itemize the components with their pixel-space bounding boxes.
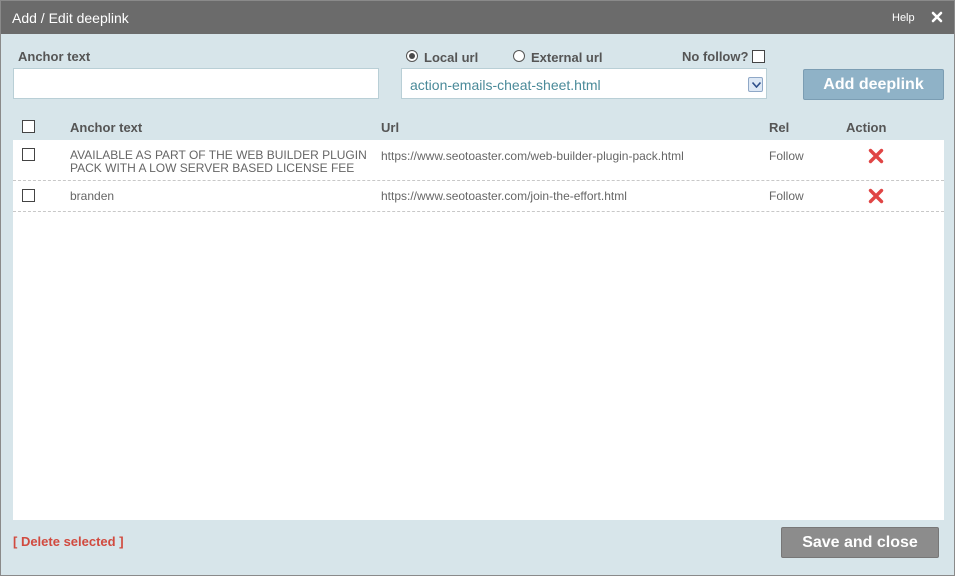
table-row: branden https://www.seotoaster.com/join-… [13,181,944,212]
chevron-down-icon[interactable] [748,77,763,92]
local-url-select[interactable]: action-emails-cheat-sheet.html [401,68,767,99]
deeplinks-table: AVAILABLE AS PART OF THE WEB BUILDER PLU… [13,140,944,520]
deeplink-dialog: Add / Edit deeplink Help Anchor text Loc… [0,0,955,576]
url-select-value: action-emails-cheat-sheet.html [410,77,601,93]
table-header: Anchor text Url Rel Action [13,117,944,141]
delete-icon[interactable] [868,148,884,164]
add-deeplink-button[interactable]: Add deeplink [803,69,944,100]
select-all-checkbox[interactable] [22,120,35,133]
row-url: https://www.seotoaster.com/join-the-effo… [381,189,627,203]
anchor-text-label: Anchor text [18,49,91,64]
local-url-radio[interactable] [406,50,418,62]
row-rel: Follow [769,189,804,203]
external-url-label[interactable]: External url [531,50,603,65]
header-anchor-text: Anchor text [70,120,143,135]
header-rel: Rel [769,120,790,135]
help-link[interactable]: Help [892,12,915,24]
header-action: Action [846,120,887,135]
row-rel: Follow [769,149,804,163]
row-checkbox[interactable] [22,148,35,161]
row-anchor-text-line1: branden [70,189,115,203]
dialog-titlebar: Add / Edit deeplink Help [1,1,954,34]
save-and-close-button[interactable]: Save and close [781,527,939,558]
table-row: AVAILABLE AS PART OF THE WEB BUILDER PLU… [13,140,944,181]
local-url-label[interactable]: Local url [424,50,478,65]
delete-icon[interactable] [868,188,884,204]
row-url: https://www.seotoaster.com/web-builder-p… [381,149,684,163]
external-url-radio[interactable] [513,50,525,62]
row-checkbox[interactable] [22,189,35,202]
row-anchor-text-line2: PACK WITH A LOW SERVER BASED LICENSE FEE [70,161,355,175]
header-url: Url [381,120,400,135]
dialog-title: Add / Edit deeplink [12,10,129,26]
delete-selected-link[interactable]: [ Delete selected ] [13,534,124,549]
nofollow-label: No follow? [682,49,749,64]
nofollow-checkbox[interactable] [752,50,765,63]
anchor-text-input[interactable] [13,68,379,99]
close-icon[interactable] [930,10,944,24]
